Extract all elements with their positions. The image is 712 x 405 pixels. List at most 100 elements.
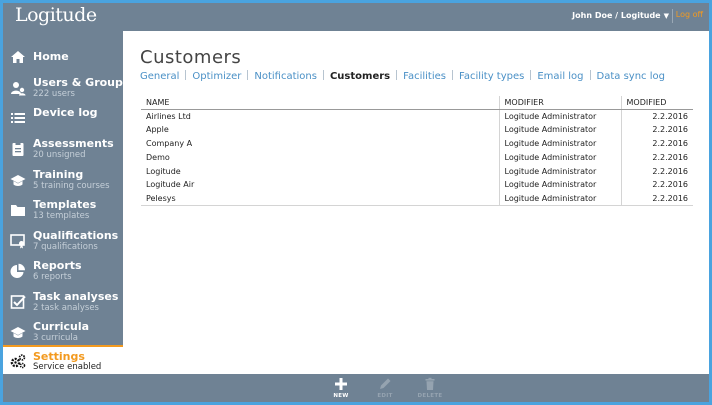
- sidebar-item-settings[interactable]: Settings Service enabled: [3, 345, 123, 374]
- divider: [451, 70, 453, 80]
- sidebar-item-task-analyses[interactable]: Task analyses 2 task analyses: [3, 287, 123, 317]
- table-row[interactable]: Demo Logitude Administrator 2.2.2016: [141, 150, 693, 165]
- divider: [322, 70, 324, 80]
- cell-modifier: Logitude Administrator: [499, 136, 622, 151]
- delete-button[interactable]: DELETE: [415, 377, 445, 399]
- logo: Logitude: [15, 4, 97, 26]
- main-content: Customers General Optimizer Notifications C…: [123, 31, 709, 374]
- new-button[interactable]: NEW: [326, 377, 356, 399]
- column-header-modified[interactable]: MODIFIED: [621, 96, 693, 110]
- tab-optimizer[interactable]: Optimizer: [192, 71, 241, 82]
- sidebar-item-device-log[interactable]: Device log: [3, 103, 123, 133]
- column-header-name[interactable]: NAME: [141, 96, 500, 110]
- sidebar-item-label: Home: [33, 50, 69, 63]
- pencil-icon: [380, 378, 391, 389]
- user-menu[interactable]: John Doe / Logitude ▼: [572, 11, 669, 20]
- sidebar-item-label: Training: [33, 168, 84, 181]
- sidebar-item-curricula[interactable]: Curricula 3 curricula: [3, 317, 123, 347]
- table-row[interactable]: Logitude Logitude Administrator 2.2.2016: [141, 164, 693, 178]
- divider: [672, 9, 673, 23]
- certificate-icon: [10, 234, 25, 249]
- column-header-modifier[interactable]: MODIFIER: [499, 96, 622, 110]
- checkbox-icon: [10, 295, 26, 309]
- cell-modifier: Logitude Administrator: [499, 177, 622, 192]
- sidebar-item-sub: 6 reports: [33, 272, 72, 282]
- tab-general[interactable]: General: [140, 71, 179, 82]
- sidebar-item-home[interactable]: Home: [3, 46, 123, 76]
- tab-email-log[interactable]: Email log: [537, 71, 583, 82]
- tab-customers[interactable]: Customers: [330, 71, 390, 82]
- tab-facilities[interactable]: Facilities: [403, 71, 446, 82]
- clipboard-icon: [12, 142, 24, 156]
- sidebar-item-assessments[interactable]: Assessments 20 unsigned: [3, 134, 123, 164]
- sidebar-item-sub: 7 qualifications: [33, 242, 98, 252]
- table-row[interactable]: Pelesys Logitude Administrator 2.2.2016: [141, 191, 693, 207]
- folder-icon: [11, 205, 25, 216]
- customers-table: NAME MODIFIER MODIFIED Airlines Ltd Logit…: [141, 96, 693, 207]
- sidebar-item-label: Task analyses: [33, 290, 119, 303]
- action-bar: NEW EDIT DELETE: [3, 374, 709, 402]
- sidebar: Home Users & Groups 222 users Device log…: [3, 31, 129, 374]
- sidebar-item-training[interactable]: Training 5 training courses: [3, 165, 123, 195]
- top-bar: Logitude John Doe / Logitude ▼ Log off: [3, 3, 709, 31]
- gears-icon: [10, 354, 26, 369]
- sidebar-item-label: Assessments: [33, 137, 114, 150]
- cell-modified: 2.2.2016: [652, 180, 688, 190]
- sidebar-item-users[interactable]: Users & Groups 222 users: [3, 73, 129, 103]
- divider: [185, 70, 187, 80]
- cell-name: Pelesys: [141, 191, 500, 207]
- sidebar-item-label: Templates: [33, 198, 97, 211]
- sidebar-item-sub: Service enabled: [33, 362, 102, 372]
- tab-facility-types[interactable]: Facility types: [459, 71, 524, 82]
- cell-modifier: Logitude Administrator: [499, 150, 622, 165]
- sidebar-item-qualifications[interactable]: Qualifications 7 qualifications: [3, 226, 123, 256]
- home-icon: [11, 51, 25, 63]
- table-row[interactable]: Apple Logitude Administrator 2.2.2016: [141, 122, 693, 137]
- logoff-link[interactable]: Log off: [676, 10, 703, 19]
- table-header-row: NAME MODIFIER MODIFIED: [141, 96, 693, 110]
- page-title: Customers: [140, 47, 242, 68]
- sidebar-item-sub: 222 users: [33, 89, 75, 99]
- sidebar-item-sub: 13 templates: [33, 211, 90, 221]
- new-button-label: NEW: [333, 393, 349, 399]
- cell-modified: 2.2.2016: [652, 111, 688, 121]
- divider: [396, 70, 398, 80]
- tab-notifications[interactable]: Notifications: [254, 71, 317, 82]
- sidebar-item-label: Curricula: [33, 320, 90, 333]
- sidebar-item-label: Users & Groups: [33, 76, 130, 89]
- sidebar-item-reports[interactable]: Reports 6 reports: [3, 256, 123, 286]
- users-icon: [11, 82, 26, 96]
- cell-modified: 2.2.2016: [621, 191, 693, 207]
- cell-modifier: Logitude Administrator: [499, 164, 622, 178]
- sidebar-item-sub: 5 training courses: [33, 181, 110, 191]
- cell-modifier: Logitude Administrator: [499, 109, 622, 123]
- delete-button-label: DELETE: [417, 393, 443, 399]
- table-row[interactable]: Airlines Ltd Logitude Administrator 2.2.20…: [141, 109, 693, 123]
- edit-button[interactable]: EDIT: [370, 377, 400, 399]
- sidebar-item-label: Reports: [33, 259, 82, 272]
- sidebar-item-label: Qualifications: [33, 229, 119, 242]
- divider: [247, 70, 249, 80]
- plus-icon: [335, 378, 347, 390]
- divider: [530, 70, 532, 80]
- app-window: Logitude John Doe / Logitude ▼ Log off Ho…: [3, 3, 709, 402]
- cell-name: Logitude: [141, 164, 500, 178]
- sidebar-item-sub: 3 curricula: [33, 333, 79, 343]
- user-name: John Doe / Logitude: [572, 11, 661, 20]
- cell-modified: 2.2.2016: [652, 152, 688, 162]
- sidebar-item-templates[interactable]: Templates 13 templates: [3, 195, 123, 225]
- cell-modified: 2.2.2016: [652, 166, 688, 176]
- sidebar-item-label: Device log: [33, 106, 98, 119]
- cell-name: Airlines Ltd: [141, 109, 500, 123]
- trash-icon: [425, 377, 435, 390]
- divider: [589, 70, 591, 80]
- cell-name: Apple: [141, 122, 500, 137]
- list-icon: [11, 113, 25, 123]
- cell-name: Logitude Air: [141, 177, 500, 192]
- sidebar-item-sub: 20 unsigned: [33, 150, 86, 160]
- table-row[interactable]: Logitude Air Logitude Administrator 2.2.20…: [141, 177, 693, 192]
- cell-modifier: Logitude Administrator: [499, 122, 622, 137]
- edit-button-label: EDIT: [377, 393, 393, 399]
- table-row[interactable]: Company A Logitude Administrator 2.2.2016: [141, 136, 693, 151]
- tab-data-sync-log[interactable]: Data sync log: [597, 71, 665, 82]
